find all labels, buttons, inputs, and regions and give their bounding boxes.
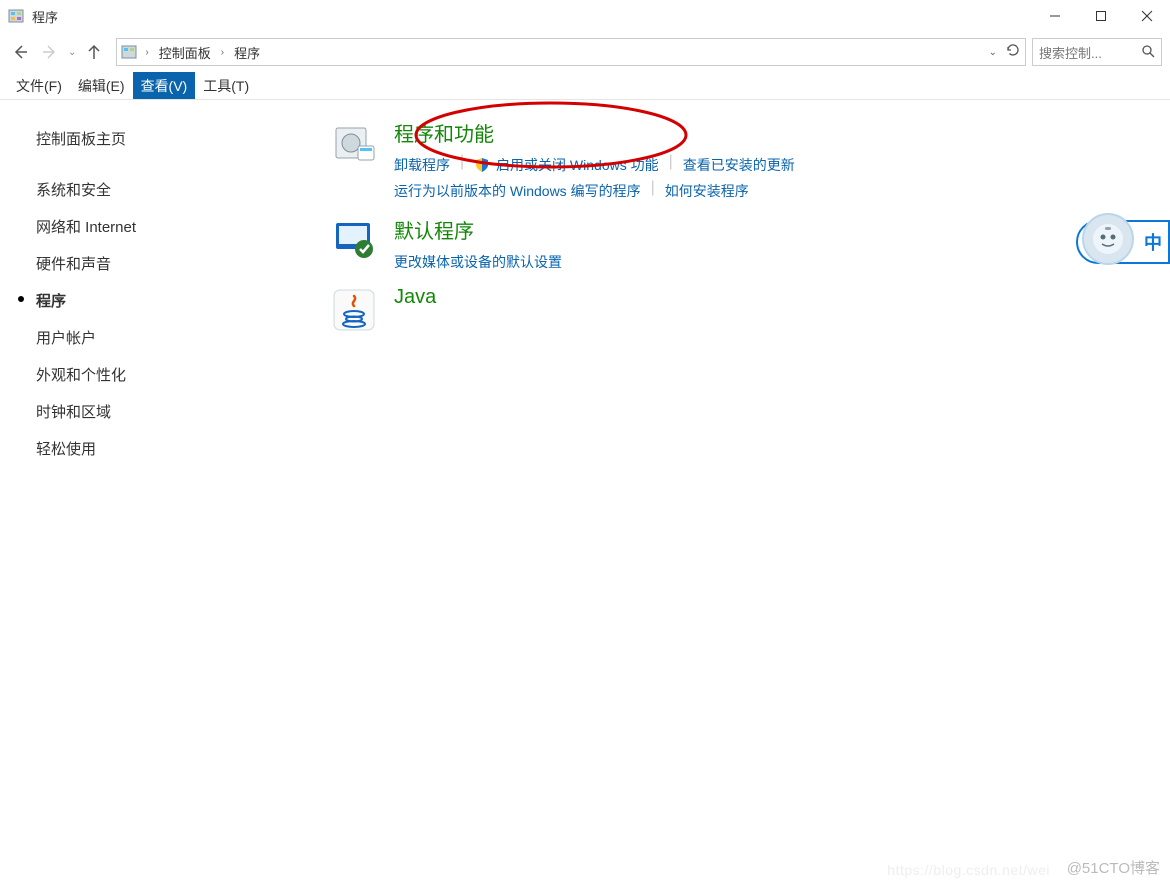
section-title[interactable]: 程序和功能 bbox=[394, 118, 954, 147]
up-button[interactable] bbox=[82, 40, 106, 64]
refresh-button[interactable] bbox=[1005, 42, 1021, 63]
address-dropdown[interactable]: ⌄ bbox=[989, 47, 997, 58]
java-icon bbox=[330, 286, 378, 334]
window-title: 程序 bbox=[32, 7, 58, 26]
link-how-to-install[interactable]: 如何安装程序 bbox=[665, 179, 749, 203]
menu-bar: 文件(F) 编辑(E) 查看(V) 工具(T) bbox=[0, 72, 1170, 100]
chevron-right-icon[interactable]: › bbox=[219, 47, 226, 58]
section-java: Java bbox=[330, 286, 1150, 334]
content-area: 控制面板主页 系统和安全 网络和 Internet 硬件和声音 程序 用户帐户 … bbox=[0, 100, 1170, 886]
link-view-installed-updates[interactable]: 查看已安装的更新 bbox=[683, 153, 795, 177]
search-icon[interactable] bbox=[1141, 44, 1155, 61]
chevron-right-icon[interactable]: › bbox=[143, 47, 150, 58]
sidebar-item-programs[interactable]: 程序 bbox=[36, 282, 220, 319]
back-button[interactable] bbox=[8, 40, 32, 64]
section-title[interactable]: 默认程序 bbox=[394, 215, 562, 244]
history-dropdown[interactable]: ⌄ bbox=[68, 47, 76, 58]
close-button[interactable] bbox=[1124, 0, 1170, 32]
sidebar: 控制面板主页 系统和安全 网络和 Internet 硬件和声音 程序 用户帐户 … bbox=[0, 100, 220, 886]
assistant-label: 中 bbox=[1144, 229, 1168, 255]
default-programs-icon bbox=[330, 215, 378, 263]
programs-features-icon bbox=[330, 118, 378, 166]
control-panel-icon bbox=[8, 8, 24, 24]
watermark: @51CTO博客 bbox=[1067, 857, 1160, 878]
menu-view[interactable]: 查看(V) bbox=[133, 72, 196, 99]
sidebar-item-ease-of-access[interactable]: 轻松使用 bbox=[36, 430, 220, 467]
sidebar-item-hardware-sound[interactable]: 硬件和声音 bbox=[36, 245, 220, 282]
minimize-button[interactable] bbox=[1032, 0, 1078, 32]
assistant-widget[interactable]: 中 bbox=[1076, 220, 1170, 264]
menu-edit[interactable]: 编辑(E) bbox=[70, 72, 133, 99]
nav-bar: ⌄ › 控制面板 › 程序 ⌄ 搜索控制... bbox=[0, 32, 1170, 72]
section-title[interactable]: Java bbox=[394, 286, 436, 309]
link-windows-features[interactable]: 启用或关闭 Windows 功能 bbox=[474, 153, 658, 177]
forward-button[interactable] bbox=[38, 40, 62, 64]
address-bar[interactable]: › 控制面板 › 程序 ⌄ bbox=[116, 38, 1026, 66]
breadcrumb-current[interactable]: 程序 bbox=[232, 43, 262, 62]
control-panel-icon bbox=[121, 44, 137, 60]
menu-tools[interactable]: 工具(T) bbox=[195, 72, 257, 99]
link-label: 启用或关闭 Windows 功能 bbox=[496, 157, 659, 173]
window-buttons bbox=[1032, 0, 1170, 32]
uac-shield-icon bbox=[474, 157, 490, 173]
section-default-programs: 默认程序 更改媒体或设备的默认设置 bbox=[330, 215, 1150, 274]
watermark-url: https://blog.csdn.net/wei bbox=[887, 862, 1050, 878]
sidebar-item-clock-region[interactable]: 时钟和区域 bbox=[36, 393, 220, 430]
sidebar-item-appearance[interactable]: 外观和个性化 bbox=[36, 356, 220, 393]
search-input[interactable]: 搜索控制... bbox=[1032, 38, 1162, 66]
sidebar-item-system-security[interactable]: 系统和安全 bbox=[36, 171, 220, 208]
current-marker-icon bbox=[18, 296, 24, 302]
section-programs-features: 程序和功能 卸载程序 | 启用或关闭 Windows 功能 | 查看已安装的更新… bbox=[330, 118, 1150, 203]
sidebar-home[interactable]: 控制面板主页 bbox=[36, 120, 220, 157]
menu-file[interactable]: 文件(F) bbox=[8, 72, 70, 99]
link-compatibility[interactable]: 运行为以前版本的 Windows 编写的程序 bbox=[394, 179, 641, 203]
link-uninstall-program[interactable]: 卸载程序 bbox=[394, 153, 450, 177]
title-bar: 程序 bbox=[0, 0, 1170, 32]
sidebar-item-user-accounts[interactable]: 用户帐户 bbox=[36, 319, 220, 356]
sidebar-item-label: 程序 bbox=[36, 293, 66, 310]
sidebar-item-network-internet[interactable]: 网络和 Internet bbox=[36, 208, 220, 245]
assistant-robot-icon bbox=[1082, 213, 1134, 265]
maximize-button[interactable] bbox=[1078, 0, 1124, 32]
main-panel: 程序和功能 卸载程序 | 启用或关闭 Windows 功能 | 查看已安装的更新… bbox=[220, 100, 1170, 886]
search-placeholder: 搜索控制... bbox=[1039, 43, 1102, 62]
breadcrumb-root[interactable]: 控制面板 bbox=[157, 43, 213, 62]
link-change-media-defaults[interactable]: 更改媒体或设备的默认设置 bbox=[394, 250, 562, 274]
